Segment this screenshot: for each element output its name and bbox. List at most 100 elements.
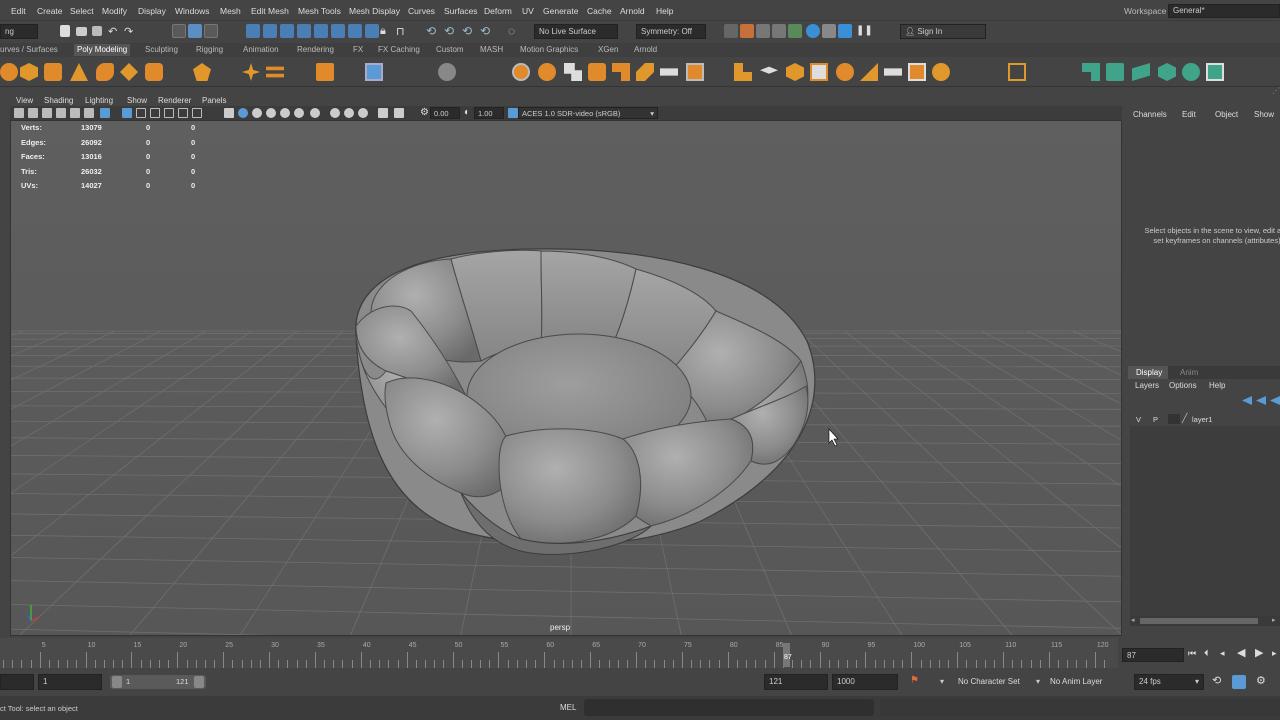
character-set-chevron-icon[interactable]: ▾ [940,677,944,686]
go-to-start-icon[interactable]: ⏮︎ [1188,648,1196,659]
menu-arnold[interactable]: Arnold [620,6,645,16]
menu-create[interactable]: Create [37,6,63,16]
new-layer-selected-icon[interactable] [1270,396,1280,405]
command-language-button[interactable]: MEL [560,703,576,712]
ipr-render-icon[interactable]: ⟲ [480,24,490,38]
shadows-icon[interactable] [294,108,304,118]
layer-tab-anim[interactable]: Anim [1180,368,1198,377]
menu-mesh[interactable]: Mesh [220,6,241,16]
menu-display[interactable]: Display [138,6,166,16]
wireframe-icon[interactable] [224,108,234,118]
layer-menu-help[interactable]: Help [1209,381,1225,390]
poly-cylinder-icon[interactable] [44,63,62,81]
shelf-tab-rigging[interactable]: Rigging [196,45,223,54]
poke-icon[interactable] [810,63,828,81]
2d-pan-zoom-icon[interactable] [70,108,80,118]
chamfer-icon[interactable] [860,63,878,81]
step-forward-frame-icon[interactable]: ▸ [1272,648,1277,659]
play-backwards-icon[interactable]: ◀ [1237,646,1245,659]
scroll-right-icon[interactable]: ▸ [1272,616,1276,624]
reduce-icon[interactable] [908,63,926,81]
time-slider[interactable]: 5 10 15 20 25 30 35 40 45 50 55 60 65 70 75 80 85 90 95 100… [0,638,1280,670]
film-gate-icon[interactable] [122,108,132,118]
snap-point-icon[interactable] [280,24,294,38]
sound-icon[interactable] [1232,675,1246,689]
fps-select[interactable]: 24 fps ▾ [1134,674,1204,690]
magnet-icon[interactable]: ⊓ [396,25,405,38]
scene-start-field[interactable] [0,674,34,690]
construction-history-icon[interactable]: ⟲ [444,24,454,38]
workspace-select[interactable]: General* [1168,4,1280,18]
grease-pencil-icon[interactable] [84,108,94,118]
shelf-tab-custom[interactable]: Custom [436,45,464,54]
layer-color-icon[interactable]: ╱ [1182,413,1187,424]
menuset-select[interactable]: ng [0,24,38,39]
snap-live-icon[interactable] [331,24,345,38]
channelbox-menu-edit[interactable]: Edit [1182,110,1196,119]
pause-icon[interactable]: ❚❚ [856,25,873,36]
panel-menu-view[interactable]: View [16,96,33,105]
character-set-select[interactable]: No Character Set [958,677,1020,686]
menu-windows[interactable]: Windows [175,6,209,16]
menu-cache[interactable]: Cache [587,6,612,16]
anim-layer-chevron-icon[interactable]: ▾ [1036,677,1040,686]
scrollbar-thumb[interactable] [1140,618,1258,624]
fill-hole-icon[interactable] [588,63,606,81]
use-all-lights-icon[interactable] [280,108,290,118]
exposure-field[interactable]: 0.00 [430,107,460,119]
crease-icon[interactable] [884,68,902,76]
anti-aliasing-icon[interactable] [344,108,354,118]
layer-tab-display[interactable]: Display [1128,366,1168,379]
range-handle-right[interactable] [194,676,204,688]
arnold-ipr-icon[interactable] [822,24,836,38]
snap-view-plane-icon[interactable] [297,24,311,38]
new-scene-icon[interactable] [60,25,70,37]
camera-attributes-icon[interactable] [28,108,38,118]
gamma-field[interactable]: 1.00 [474,107,504,119]
scroll-left-icon[interactable]: ◂ [1131,616,1135,624]
color-management-icon[interactable] [508,108,518,118]
layout-uv-icon[interactable] [1206,63,1224,81]
poly-cone-icon[interactable] [70,63,88,81]
auto-key-icon[interactable]: ⚑ [910,675,919,686]
range-bar[interactable]: 1 121 [110,675,206,689]
lock-icon[interactable]: 🔒︎ [380,25,386,38]
current-frame-field[interactable]: 87 [1122,648,1184,662]
layer-playback-toggle[interactable]: P [1153,415,1158,424]
bookmarks-icon[interactable] [42,108,52,118]
layer-menu-options[interactable]: Options [1169,381,1197,390]
layer-menu-layers[interactable]: Layers [1135,381,1159,390]
select-by-component-icon[interactable] [204,24,218,38]
cylindrical-mapping-icon[interactable] [1132,63,1150,81]
render-settings-button-icon[interactable] [772,24,786,38]
snap-surface-icon[interactable] [314,24,328,38]
bevel-grid-icon[interactable] [365,63,383,81]
animation-end-field[interactable]: 1000 [832,674,898,690]
layer-row[interactable]: V P ╱ layer1 [1130,412,1280,426]
select-by-hierarchy-icon[interactable] [172,24,186,38]
undo-icon[interactable]: ↶ [108,25,117,38]
separate-icon[interactable] [438,63,456,81]
wireframe-on-shaded-icon[interactable] [252,108,262,118]
channelbox-menu-show[interactable]: Show [1254,110,1274,119]
poly-torus-icon[interactable] [96,63,114,81]
snap-face-icon[interactable] [365,24,379,38]
gate-mask-icon[interactable] [150,108,160,118]
arnold-render-icon[interactable] [806,24,820,38]
circularize-icon[interactable] [786,63,804,81]
target-weld-icon[interactable] [686,63,704,81]
super-shape-icon[interactable] [242,63,260,81]
svg-icon[interactable] [316,63,334,81]
input-output-icon[interactable]: ⟲ [426,24,436,38]
symmetry-select[interactable]: Symmetry: Off [636,24,706,39]
range-handle-left[interactable] [112,676,122,688]
menu-help[interactable]: Help [656,6,673,16]
bevel-icon[interactable] [564,63,582,81]
menu-mesh-tools[interactable]: Mesh Tools [298,6,341,16]
ambient-occlusion-icon[interactable] [310,108,320,118]
snap-curve-icon[interactable] [263,24,277,38]
layer-visibility-toggle[interactable]: V [1136,415,1141,424]
layer-type-toggle[interactable] [1168,414,1180,424]
sweep-mesh-icon[interactable] [266,66,284,78]
shelf-tab-sculpting[interactable]: Sculpting [145,45,178,54]
